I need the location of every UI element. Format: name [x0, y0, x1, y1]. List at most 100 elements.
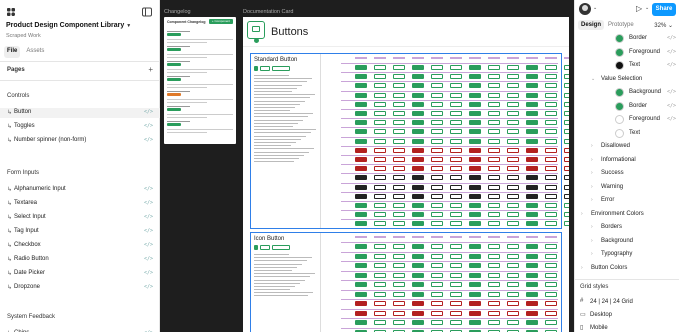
- button-variant: [374, 138, 386, 144]
- style-group-row[interactable]: › Success: [575, 167, 679, 180]
- style-group-row[interactable]: › Error: [575, 194, 679, 207]
- figma-menu-icon[interactable]: [6, 7, 16, 17]
- column-header: [393, 57, 405, 59]
- style-group-row[interactable]: › Borders: [575, 221, 679, 234]
- button-variant: [488, 129, 500, 135]
- page-item[interactable]: ↳ Checkbox </>: [0, 241, 160, 251]
- zoom-level[interactable]: 32% ⌄: [654, 22, 673, 29]
- button-variant: [374, 101, 386, 107]
- variant-row: [348, 83, 576, 89]
- button-variant: [412, 175, 424, 181]
- color-style-row[interactable]: Text: [575, 127, 679, 140]
- chevron-down-icon[interactable]: ⌄: [645, 5, 649, 11]
- chevron-down-icon[interactable]: ⌄: [591, 76, 595, 82]
- page-item[interactable]: ↳ Dropzone </>: [0, 283, 160, 293]
- subpage-arrow-icon: ↳: [7, 243, 13, 249]
- documentation-card[interactable]: Buttons Standard Button Icon Button: [243, 17, 576, 332]
- button-variant: [488, 83, 500, 89]
- page-item[interactable]: ↳ Number spinner (non-form) </>: [0, 136, 160, 146]
- grid-style-row[interactable]: #24 | 24 | 24 Grid: [575, 296, 679, 308]
- tab-prototype[interactable]: Prototype: [605, 20, 637, 30]
- page-item[interactable]: ↳ Radio Button </>: [0, 255, 160, 265]
- tab-design[interactable]: Design: [578, 20, 605, 30]
- color-style-row[interactable]: Border </>: [575, 32, 679, 45]
- changelog-frame-label[interactable]: Changelog: [164, 9, 191, 15]
- button-variant: [469, 253, 481, 259]
- grid-style-label: 24 | 24 | 24 Grid: [590, 299, 633, 305]
- style-group-row[interactable]: › Background: [575, 235, 679, 248]
- section-label[interactable]: Form Inputs: [7, 170, 39, 176]
- changelog-card[interactable]: Component Changelog + Component: [164, 17, 236, 144]
- tab-file[interactable]: File: [4, 46, 21, 58]
- style-group-row[interactable]: › Disallowed: [575, 140, 679, 153]
- style-group-row[interactable]: › Button Colors: [575, 262, 679, 275]
- project-title[interactable]: Product Design Component Library ▼: [6, 22, 131, 29]
- description-text: [254, 254, 317, 297]
- grid-line: [341, 118, 558, 119]
- button-variant: [545, 147, 557, 153]
- color-style-row[interactable]: Foreground </>: [575, 113, 679, 126]
- share-button[interactable]: Share: [652, 3, 676, 16]
- standard-button-section[interactable]: Standard Button: [250, 53, 576, 229]
- text-line: [254, 138, 302, 140]
- button-variant: [507, 203, 519, 208]
- button-variant: [374, 282, 386, 287]
- button-variant: [374, 120, 386, 126]
- page-item[interactable]: ↳ Alphanumeric Input </>: [0, 185, 160, 195]
- grid-line: [341, 261, 558, 262]
- style-group-row[interactable]: › Informational: [575, 154, 679, 167]
- style-group-row[interactable]: › Typography: [575, 248, 679, 261]
- page-item-label: Tag Input: [14, 228, 39, 234]
- chevron-right-icon[interactable]: ›: [581, 211, 583, 217]
- changelog-entry: [167, 59, 233, 73]
- style-group-row[interactable]: ⌄ Value Selection: [575, 73, 679, 86]
- icon-button-section[interactable]: Icon Button: [250, 232, 562, 332]
- page-item[interactable]: ↳ Select Input </>: [0, 213, 160, 223]
- chevron-right-icon[interactable]: ›: [591, 197, 593, 203]
- page-item[interactable]: ↳ Button </>: [0, 108, 160, 118]
- add-page-icon[interactable]: +: [148, 66, 153, 74]
- color-style-row[interactable]: Border </>: [575, 100, 679, 113]
- color-style-row[interactable]: Background </>: [575, 86, 679, 99]
- page-item[interactable]: ↳ Date Picker </>: [0, 269, 160, 279]
- button-variant: [355, 310, 367, 316]
- button-variant: [412, 320, 424, 325]
- page-item[interactable]: ↳ Toggles </>: [0, 122, 160, 132]
- button-variant: [545, 65, 557, 70]
- section-label[interactable]: System Feedback: [7, 314, 55, 320]
- chevron-right-icon[interactable]: ›: [591, 143, 593, 149]
- button-variant: [450, 253, 462, 259]
- chevron-right-icon[interactable]: ›: [591, 170, 593, 176]
- color-style-row[interactable]: Foreground </>: [575, 46, 679, 59]
- sidebar-toggle-icon[interactable]: [141, 6, 153, 18]
- page-item[interactable]: ↳ Tag Input </>: [0, 227, 160, 237]
- button-variant: [469, 282, 481, 287]
- chevron-right-icon[interactable]: ›: [591, 157, 593, 163]
- section-label[interactable]: Controls: [7, 93, 29, 99]
- button-variant: [545, 175, 557, 181]
- chevron-right-icon[interactable]: ›: [591, 251, 593, 257]
- section-title: Standard Button: [254, 57, 298, 63]
- chevron-right-icon[interactable]: ›: [591, 184, 593, 190]
- file-header: Product Design Component Library ▼ Scrape…: [6, 6, 153, 39]
- grid-style-row[interactable]: ▭ Desktop: [575, 309, 679, 321]
- group-label: Success: [601, 170, 624, 176]
- avatar[interactable]: [579, 3, 591, 15]
- grid-style-row[interactable]: ▯ Mobile: [575, 322, 679, 332]
- button-variant: [507, 92, 519, 98]
- present-play-icon[interactable]: ▷: [636, 4, 642, 13]
- color-style-row[interactable]: Text </>: [575, 59, 679, 72]
- button-variant: [393, 203, 405, 208]
- chevron-right-icon[interactable]: ›: [591, 224, 593, 230]
- doc-title: Buttons: [271, 26, 309, 38]
- style-group-row[interactable]: › Environment Colors: [575, 208, 679, 221]
- doc-frame-label[interactable]: Documentation Card: [243, 9, 293, 15]
- add-component-button[interactable]: + Component: [208, 19, 233, 24]
- chevron-right-icon[interactable]: ›: [591, 238, 593, 244]
- chevron-right-icon[interactable]: ›: [581, 265, 583, 271]
- tab-assets[interactable]: Assets: [23, 46, 47, 58]
- chevron-down-icon[interactable]: ⌄: [593, 5, 597, 11]
- style-group-row[interactable]: › Warning: [575, 181, 679, 194]
- page-item[interactable]: ↳ Textarea </>: [0, 199, 160, 209]
- page-item-label: Radio Button: [14, 256, 49, 262]
